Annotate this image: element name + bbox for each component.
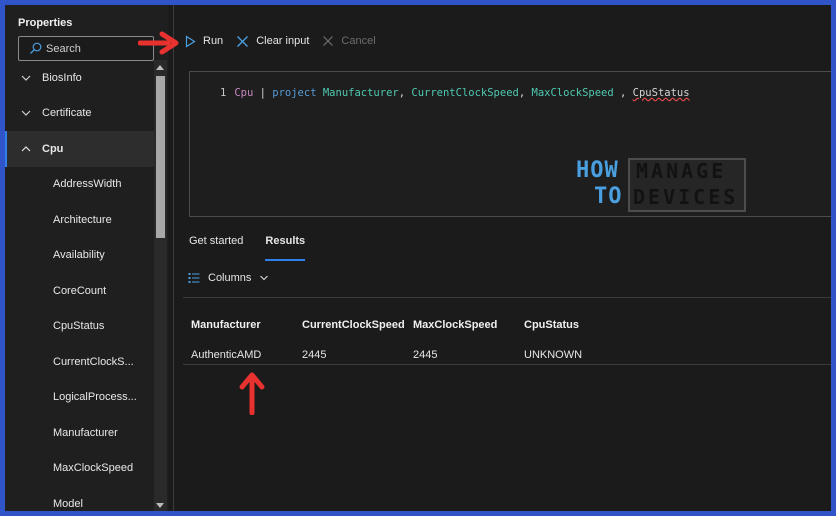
annotation-arrow-right-icon xyxy=(138,31,179,55)
scroll-thumb[interactable] xyxy=(156,76,165,238)
watermark-manage: MANAGE xyxy=(636,159,727,183)
table-cell: 2445 xyxy=(302,349,327,361)
token-pipe: | xyxy=(253,87,273,99)
token-separator: , xyxy=(398,87,412,99)
table-cell: 2445 xyxy=(413,349,438,361)
chevron-down-icon xyxy=(21,75,31,81)
clear-input-label: Clear input xyxy=(256,35,310,47)
tab-get-started[interactable]: Get started xyxy=(189,235,243,261)
tree-item-label: Model xyxy=(53,497,83,510)
tree-item-label: Cpu xyxy=(42,142,64,155)
columns-label: Columns xyxy=(208,272,252,284)
tree-item-model[interactable]: Model xyxy=(5,486,154,511)
tree-item-label: AddressWidth xyxy=(53,178,122,191)
tree-item-addresswidth[interactable]: AddressWidth xyxy=(5,167,154,203)
clear-input-button[interactable]: Clear input xyxy=(236,35,309,48)
chevron-down-icon xyxy=(260,275,269,281)
results-table: Manufacturer CurrentClockSpeed MaxClockS… xyxy=(191,310,635,370)
token-column: Manufacturer xyxy=(316,87,399,99)
property-tree: BiosInfo Certificate Cpu AddressWidth Ar… xyxy=(5,60,154,511)
app-window: Properties BiosInfo Certificate Cpu Addr… xyxy=(5,5,831,511)
table-header: Manufacturer CurrentClockSpeed MaxClockS… xyxy=(191,310,635,340)
tree-item-label: MaxClockSpeed xyxy=(53,462,134,475)
tree-item-currentclockspeed[interactable]: CurrentClockS... xyxy=(5,344,154,380)
columns-icon xyxy=(188,273,200,283)
tree-item-manufacturer[interactable]: Manufacturer xyxy=(5,415,154,451)
watermark-to: TO xyxy=(594,184,623,209)
table-cell: UNKNOWN xyxy=(524,349,583,361)
tree-item-label: CurrentClockS... xyxy=(53,355,134,368)
scroll-up-arrow-icon[interactable] xyxy=(156,65,164,70)
query-toolbar: Run Clear input Cancel xyxy=(185,31,389,51)
properties-sidebar: Properties BiosInfo Certificate Cpu Addr… xyxy=(5,5,168,511)
table-row[interactable]: AuthenticAMD 2445 2445 UNKNOWN xyxy=(191,340,635,370)
token-separator: , xyxy=(518,87,532,99)
tree-item-label: Architecture xyxy=(53,213,112,226)
watermark-how: HOW xyxy=(576,158,619,183)
column-header[interactable]: CurrentClockSpeed xyxy=(302,319,413,331)
play-icon xyxy=(185,34,196,48)
line-number: 1 xyxy=(220,87,227,99)
scroll-down-arrow-icon[interactable] xyxy=(156,503,164,508)
token-operator: project xyxy=(272,87,317,99)
query-editor[interactable]: 1 Cpu | project Manufacturer, CurrentCloc… xyxy=(189,71,831,217)
tree-item-availability[interactable]: Availability xyxy=(5,238,154,274)
tree-item-label: LogicalProcess... xyxy=(53,391,137,404)
tree-item-label: CpuStatus xyxy=(53,320,105,333)
tree-item-label: BiosInfo xyxy=(42,71,82,84)
sidebar-title: Properties xyxy=(18,17,73,29)
search-input[interactable] xyxy=(46,40,146,57)
tree-item-label: Manufacturer xyxy=(53,426,118,439)
tree-item-certificate[interactable]: Certificate xyxy=(5,96,154,132)
columns-button[interactable]: Columns xyxy=(188,272,269,284)
tab-results[interactable]: Results xyxy=(265,235,306,261)
tree-item-biosinfo[interactable]: BiosInfo xyxy=(5,60,154,96)
sidebar-scrollbar[interactable] xyxy=(154,60,167,511)
tree-item-corecount[interactable]: CoreCount xyxy=(5,273,154,309)
tree-item-label: CoreCount xyxy=(53,284,107,297)
token-column: CurrentClockSpeed xyxy=(411,87,519,99)
column-header[interactable]: MaxClockSpeed xyxy=(413,319,524,331)
column-header[interactable]: Manufacturer xyxy=(191,319,302,331)
search-icon xyxy=(30,42,42,54)
tree-item-cpustatus[interactable]: CpuStatus xyxy=(5,309,154,345)
chevron-down-icon xyxy=(21,110,31,117)
tree-item-label: Certificate xyxy=(42,107,92,120)
token-separator: , xyxy=(613,87,633,99)
divider xyxy=(183,364,831,365)
chevron-up-icon xyxy=(21,145,31,152)
column-header[interactable]: CpuStatus xyxy=(524,319,635,331)
cancel-button[interactable]: Cancel xyxy=(322,35,376,47)
watermark-logo: HOW TO MANAGE DEVICES xyxy=(576,158,748,214)
result-tabs: Get started Results xyxy=(189,235,327,261)
run-button[interactable]: Run xyxy=(185,34,224,48)
tree-item-architecture[interactable]: Architecture xyxy=(5,202,154,238)
token-column: MaxClockSpeed xyxy=(531,87,614,99)
annotation-arrow-up-icon xyxy=(239,372,265,415)
run-label: Run xyxy=(203,35,224,47)
code-line-1: 1 Cpu | project Manufacturer, CurrentCloc… xyxy=(220,87,690,99)
divider xyxy=(183,297,831,298)
close-icon xyxy=(323,36,334,46)
token-column-error: CpuStatus xyxy=(632,87,690,99)
tree-item-logicalprocessors[interactable]: LogicalProcess... xyxy=(5,380,154,416)
tree-item-label: Availability xyxy=(53,249,105,262)
search-box[interactable] xyxy=(18,36,154,61)
tree-item-maxclockspeed[interactable]: MaxClockSpeed xyxy=(5,451,154,487)
close-icon xyxy=(237,35,249,47)
watermark-devices: DEVICES xyxy=(633,185,739,209)
token-table: Cpu xyxy=(234,87,254,99)
cancel-label: Cancel xyxy=(341,35,376,47)
panel-divider[interactable] xyxy=(173,5,174,511)
table-cell: AuthenticAMD xyxy=(191,349,262,361)
tree-item-cpu[interactable]: Cpu xyxy=(5,131,154,167)
